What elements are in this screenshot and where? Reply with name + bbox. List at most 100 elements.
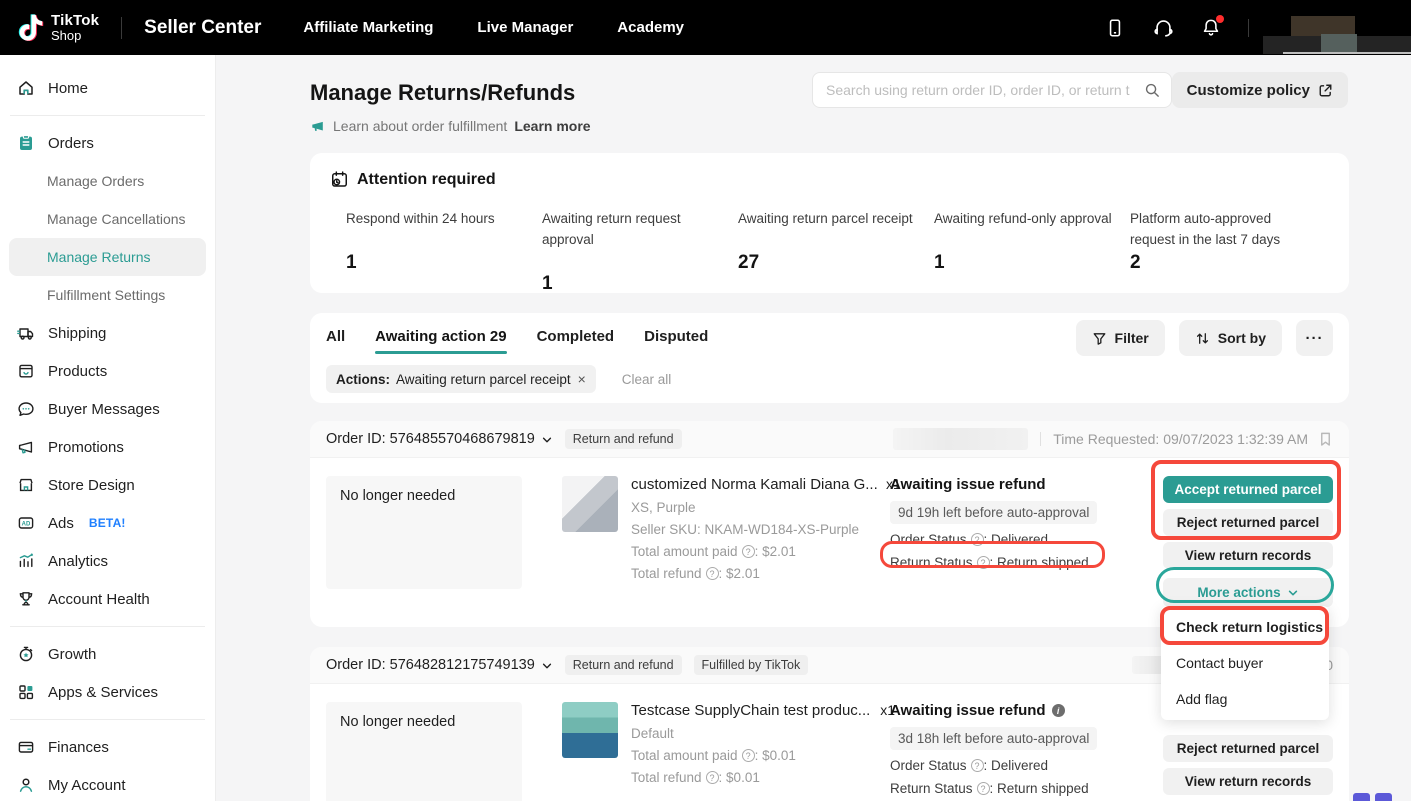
sidebar-item-orders[interactable]: Orders: [0, 124, 215, 162]
info-icon[interactable]: [1052, 704, 1065, 717]
view-return-records-button[interactable]: View return records: [1163, 542, 1333, 569]
reject-returned-parcel-button[interactable]: Reject returned parcel: [1163, 509, 1333, 536]
clear-all-link[interactable]: Clear all: [622, 372, 672, 387]
accept-returned-parcel-button[interactable]: Accept returned parcel: [1163, 476, 1333, 503]
mobile-app-icon[interactable]: [1104, 17, 1126, 39]
product-name[interactable]: Testcase SupplyChain test produc...: [631, 702, 870, 719]
sidebar-item-manage-returns[interactable]: Manage Returns: [9, 238, 206, 276]
sidebar-item-buyer-messages[interactable]: Buyer Messages: [0, 390, 215, 428]
nav-link-academy[interactable]: Academy: [617, 19, 684, 36]
sidebar-item-growth[interactable]: Growth: [0, 635, 215, 673]
remove-filter-icon[interactable]: ×: [578, 371, 586, 387]
account-redacted-block[interactable]: [1263, 8, 1411, 54]
product-image[interactable]: [562, 702, 618, 758]
calendar-clock-icon: [330, 170, 349, 189]
tiktok-shop-logo[interactable]: TikTok Shop: [18, 13, 99, 42]
order-id-value: 576482812175749139: [390, 657, 535, 673]
sidebar-item-account-health[interactable]: Account Health: [0, 580, 215, 618]
bookmark-icon[interactable]: [1318, 431, 1333, 447]
sidebar-item-analytics[interactable]: Analytics: [0, 542, 215, 580]
sort-by-button[interactable]: Sort by: [1179, 320, 1282, 356]
stat-awaiting-parcel-receipt: Awaiting return parcel receipt 27: [738, 208, 934, 295]
sidebar-item-ads[interactable]: AD Ads BETA!: [0, 504, 215, 542]
more-options-button[interactable]: ···: [1296, 320, 1333, 356]
notifications-bell-icon[interactable]: [1200, 17, 1222, 39]
more-actions-button[interactable]: More actions: [1163, 578, 1333, 607]
help-icon[interactable]: [977, 556, 990, 569]
sidebar-item-home[interactable]: Home: [0, 69, 215, 107]
search-icon[interactable]: [1144, 82, 1161, 99]
sidebar-label: Products: [48, 363, 107, 380]
filter-button[interactable]: Filter: [1076, 320, 1165, 356]
orders-icon: [17, 134, 35, 152]
chevron-down-icon[interactable]: [541, 660, 553, 672]
help-icon[interactable]: [971, 759, 984, 772]
tab-awaiting-action[interactable]: Awaiting action 29: [375, 328, 506, 354]
sidebar-item-manage-orders[interactable]: Manage Orders: [0, 162, 215, 200]
search-input[interactable]: [813, 82, 1144, 98]
order-tag-return-refund: Return and refund: [565, 429, 682, 449]
sidebar-item-my-account[interactable]: My Account: [0, 766, 215, 801]
help-icon[interactable]: [706, 771, 719, 784]
help-icon[interactable]: [977, 782, 990, 795]
finances-card-icon: [17, 738, 35, 756]
product-image[interactable]: [562, 476, 618, 532]
product-variant: XS, Purple: [631, 500, 901, 515]
apps-grid-icon: [17, 683, 35, 701]
reject-returned-parcel-button[interactable]: Reject returned parcel: [1163, 735, 1333, 762]
sidebar-label: Apps & Services: [48, 684, 158, 701]
sidebar: Home Orders Manage Orders Manage Cancell…: [0, 55, 216, 801]
order-tag-return-refund: Return and refund: [565, 655, 682, 675]
tab-disputed[interactable]: Disputed: [644, 328, 708, 354]
order-actions: Reject returned parcel View return recor…: [1163, 735, 1333, 801]
external-link-icon: [1318, 83, 1333, 98]
customize-policy-button[interactable]: Customize policy: [1172, 72, 1348, 108]
tab-all[interactable]: All: [326, 328, 345, 354]
helper-widget-partial[interactable]: [1353, 793, 1392, 801]
help-icon[interactable]: [742, 545, 755, 558]
attention-title: Attention required: [357, 171, 496, 189]
sidebar-divider: [10, 115, 205, 116]
help-icon[interactable]: [706, 567, 719, 580]
user-icon: [17, 776, 35, 794]
sidebar-item-manage-cancellations[interactable]: Manage Cancellations: [0, 200, 215, 238]
nav-link-live-manager[interactable]: Live Manager: [477, 19, 573, 36]
tab-completed[interactable]: Completed: [537, 328, 615, 354]
return-status-summary: Awaiting issue refund 9d 19h left before…: [890, 476, 1145, 607]
nav-link-affiliate-marketing[interactable]: Affiliate Marketing: [303, 19, 433, 36]
menu-item-contact-buyer[interactable]: Contact buyer: [1161, 645, 1329, 681]
chevron-down-icon[interactable]: [541, 434, 553, 446]
svg-text:AD: AD: [22, 521, 31, 527]
nav-right-icons: [1104, 2, 1411, 54]
sidebar-label: My Account: [48, 777, 126, 794]
menu-item-add-flag[interactable]: Add flag: [1161, 681, 1329, 717]
tiktok-note-icon: [18, 13, 44, 41]
support-headset-icon[interactable]: [1152, 17, 1174, 39]
help-icon[interactable]: [742, 749, 755, 762]
product-name[interactable]: customized Norma Kamali Diana G...: [631, 476, 876, 493]
learn-more-link[interactable]: Learn more: [514, 118, 590, 134]
return-status-summary: Awaiting issue refund 3d 18h left before…: [890, 702, 1145, 801]
sidebar-item-shipping[interactable]: Shipping: [0, 314, 215, 352]
sidebar-label: Buyer Messages: [48, 401, 160, 418]
return-status-line: Return Status: Return shipped: [890, 781, 1145, 796]
view-return-records-button[interactable]: View return records: [1163, 768, 1333, 795]
sidebar-item-finances[interactable]: Finances: [0, 728, 215, 766]
more-actions-dropdown: Check return logistics Contact buyer Add…: [1161, 606, 1329, 720]
ads-icon: AD: [17, 514, 35, 532]
nav-divider: [1248, 19, 1249, 37]
notification-badge: [1216, 15, 1224, 23]
active-filter-chip: Actions: Awaiting return parcel receipt …: [326, 365, 596, 393]
nav-seller-center[interactable]: Seller Center: [144, 17, 261, 39]
sidebar-item-products[interactable]: Products: [0, 352, 215, 390]
help-icon[interactable]: [971, 533, 984, 546]
logo-text: TikTok Shop: [51, 13, 99, 42]
sidebar-item-promotions[interactable]: Promotions: [0, 428, 215, 466]
sidebar-item-apps-services[interactable]: Apps & Services: [0, 673, 215, 711]
sidebar-item-store-design[interactable]: Store Design: [0, 466, 215, 504]
header-divider: [1040, 432, 1041, 446]
menu-item-check-return-logistics[interactable]: Check return logistics: [1161, 609, 1329, 645]
sidebar-item-fulfillment-settings[interactable]: Fulfillment Settings: [0, 276, 215, 314]
nav-divider: [121, 17, 122, 39]
product-summary: customized Norma Kamali Diana G... x1 XS…: [562, 476, 872, 607]
